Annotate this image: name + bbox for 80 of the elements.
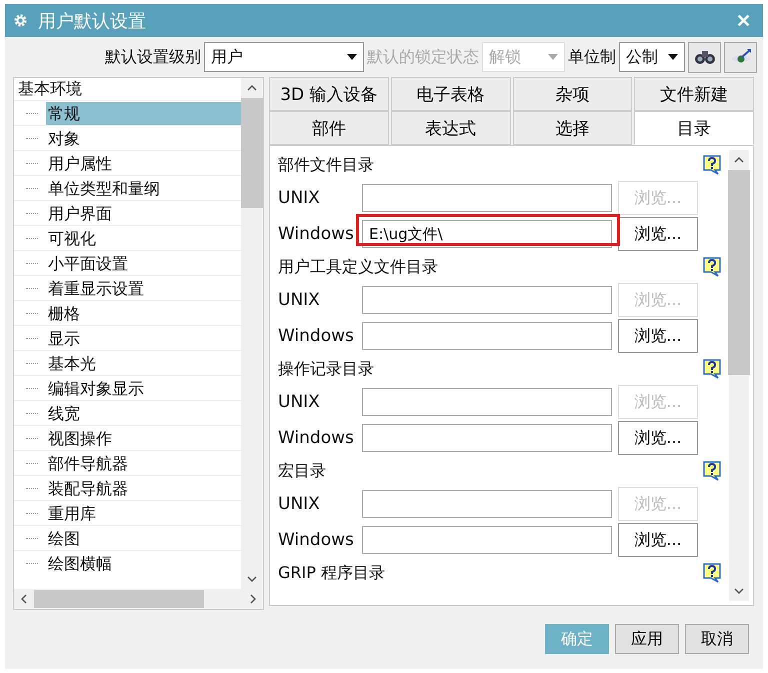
path-field[interactable] (362, 322, 612, 350)
tab[interactable]: 选择 (512, 111, 632, 145)
scroll-thumb[interactable] (241, 98, 263, 208)
field-label: UNIX (278, 188, 321, 208)
tree-item[interactable]: 着重显示设置 (46, 276, 241, 300)
tab[interactable]: 文件新建 (634, 77, 754, 111)
window-title: 用户默认设置 (38, 10, 147, 32)
scroll-up-icon[interactable] (734, 157, 744, 163)
help-icon[interactable] (703, 155, 721, 175)
tree-item[interactable]: 线宽 (46, 402, 241, 424)
field-label: Windows (278, 326, 355, 346)
tree-item[interactable]: 部件导航器 (46, 452, 241, 474)
unit-label: 单位制 (568, 46, 616, 68)
tab[interactable]: 表达式 (390, 111, 510, 145)
section-title: 部件文件目录 (278, 154, 374, 176)
scroll-thumb[interactable] (728, 170, 750, 375)
tree-item[interactable]: 装配导航器 (46, 476, 241, 500)
help-icon[interactable] (703, 461, 721, 481)
browse-button[interactable]: 浏览... (618, 523, 698, 557)
tab[interactable]: 3D 输入设备 (269, 77, 389, 111)
tree-item[interactable]: 用户属性 (46, 152, 241, 174)
apply-button[interactable]: 应用 (615, 624, 679, 654)
binoculars-icon (694, 48, 716, 66)
field-label: UNIX (278, 290, 321, 310)
lock-label: 默认的锁定状态 (367, 46, 479, 68)
scroll-down-icon[interactable] (734, 588, 744, 594)
dropdown-arrow-icon (347, 54, 357, 60)
scroll-thumb[interactable] (34, 590, 204, 608)
field-label: Windows (278, 224, 355, 244)
tree-item[interactable]: 单位类型和量纲 (46, 176, 241, 200)
tree-item[interactable]: 小平面设置 (46, 252, 241, 274)
help-icon[interactable] (703, 359, 721, 379)
browse-button[interactable]: 浏览... (618, 217, 698, 251)
tree-item[interactable]: 对象 (46, 126, 241, 150)
path-field[interactable] (362, 424, 612, 452)
path-field[interactable] (362, 526, 612, 554)
dropdown-arrow-icon (548, 54, 558, 60)
horizontal-scrollbar[interactable] (14, 589, 263, 609)
gear-icon (13, 13, 28, 28)
scroll-down-icon[interactable] (247, 576, 257, 582)
tree-item[interactable]: 编辑对象显示 (46, 376, 241, 400)
help-icon[interactable] (703, 257, 721, 277)
browse-button[interactable]: 浏览... (618, 319, 698, 353)
section-title: 宏目录 (278, 460, 326, 482)
eye-button[interactable] (724, 42, 757, 72)
tree-item[interactable]: 显示 (46, 326, 241, 350)
scrollbar[interactable] (241, 78, 263, 589)
field-label: UNIX (278, 494, 321, 514)
tree-item[interactable]: 常规 (46, 102, 241, 124)
scroll-up-icon[interactable] (247, 85, 257, 91)
tree-item[interactable]: 绘图 (46, 526, 241, 550)
tab[interactable]: 电子表格 (390, 77, 510, 111)
tab[interactable]: 目录 (634, 111, 754, 145)
tree-item[interactable]: 视图操作 (46, 426, 241, 450)
unit-dropdown[interactable]: 公制 (619, 42, 685, 72)
level-label: 默认设置级别 (105, 46, 201, 68)
field-label: Windows (278, 428, 355, 448)
help-icon[interactable] (703, 563, 721, 583)
section-title: 操作记录目录 (278, 358, 374, 380)
section-title: 用户工具定义文件目录 (278, 256, 438, 278)
section-title: GRIP 程序目录 (278, 562, 385, 584)
level-dropdown[interactable]: 用户 (204, 42, 364, 72)
tree-item[interactable]: 基本环境 (14, 78, 241, 100)
tree-item[interactable]: 栅格 (46, 302, 241, 324)
tree-item[interactable]: 可视化 (46, 226, 241, 250)
binoculars-button[interactable] (688, 42, 721, 72)
browse-button[interactable]: 浏览... (618, 421, 698, 455)
scroll-right-icon[interactable] (250, 594, 256, 604)
scrollbar[interactable] (729, 150, 749, 601)
field-label: Windows (278, 530, 355, 550)
scroll-left-icon[interactable] (21, 594, 27, 604)
cancel-button[interactable]: 取消 (685, 624, 749, 654)
tree-item[interactable]: 用户界面 (46, 202, 241, 224)
tab[interactable]: 部件 (269, 111, 389, 145)
tree-item[interactable]: 绘图横幅 (46, 552, 241, 574)
tab[interactable]: 杂项 (512, 77, 632, 111)
dropdown-arrow-icon (668, 54, 678, 60)
tree-item[interactable]: 基本光 (46, 352, 241, 374)
field-label: UNIX (278, 392, 321, 412)
tree-item[interactable]: 重用库 (46, 502, 241, 524)
